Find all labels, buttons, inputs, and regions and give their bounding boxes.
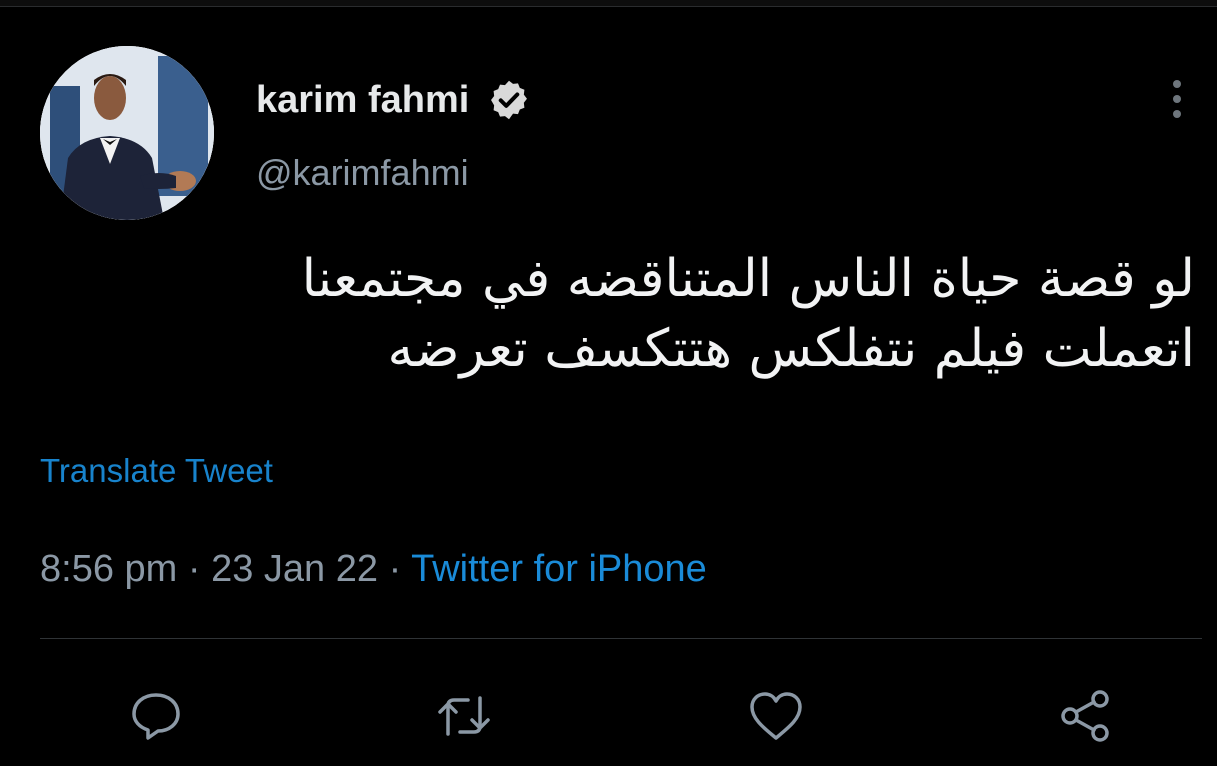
tweet-date[interactable]: 23 Jan 22	[211, 548, 378, 590]
author-handle[interactable]: @karimfahmi	[256, 152, 469, 194]
avatar[interactable]	[40, 46, 214, 220]
reply-button[interactable]	[124, 684, 188, 748]
top-border	[0, 0, 1217, 7]
tweet-text: لو قصة حياة الناس المتناقضه في مجتمعنا ا…	[35, 244, 1195, 384]
author-display-name[interactable]: karim fahmi	[256, 79, 469, 122]
share-button[interactable]	[1054, 684, 1118, 748]
retweet-icon	[438, 696, 490, 736]
tweet-meta: 8:56 pm · 23 Jan 22 · Twitter for iPhone	[40, 548, 707, 591]
tweet-text-line: اتعملت فيلم نتفلكس هتتكسف تعرضه	[387, 319, 1195, 379]
tweet-source-link[interactable]: Twitter for iPhone	[411, 548, 707, 590]
retweet-button[interactable]	[432, 684, 496, 748]
author-name-row[interactable]: karim fahmi	[256, 78, 531, 122]
tweet-time[interactable]: 8:56 pm	[40, 548, 177, 590]
reply-icon	[132, 693, 180, 740]
meta-separator: ·	[187, 548, 201, 590]
like-button[interactable]	[744, 684, 808, 748]
heart-icon	[750, 692, 802, 740]
share-icon	[1061, 690, 1109, 742]
meta-separator: ·	[388, 548, 402, 590]
translate-tweet-link[interactable]: Translate Tweet	[40, 452, 273, 490]
profile-photo	[40, 46, 214, 220]
verified-badge-icon	[491, 80, 528, 120]
divider	[40, 638, 1202, 639]
tweet-text-line: لو قصة حياة الناس المتناقضه في مجتمعنا	[301, 249, 1195, 309]
more-options-icon[interactable]	[1158, 76, 1196, 122]
